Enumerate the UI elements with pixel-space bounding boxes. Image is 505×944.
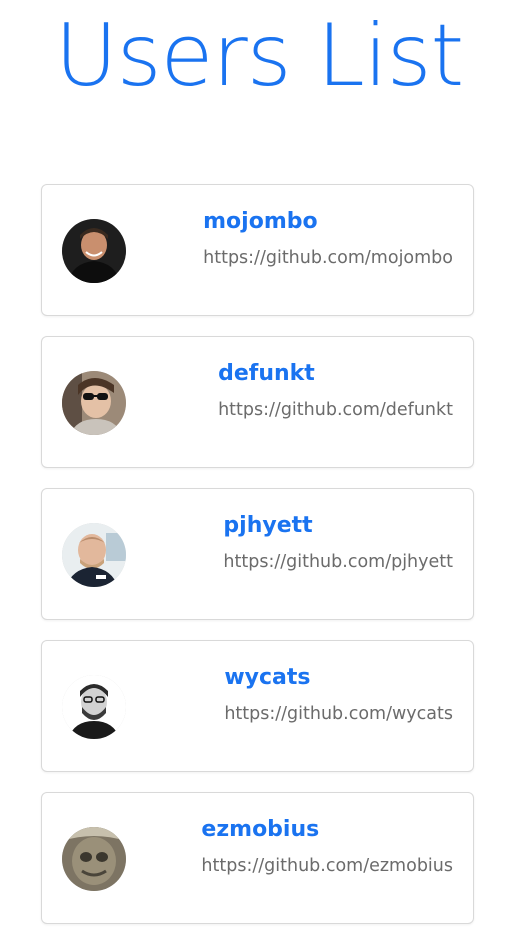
user-avatar[interactable]: [62, 523, 126, 587]
user-profile-url[interactable]: https://github.com/ezmobius: [201, 852, 453, 880]
user-card[interactable]: mojombo https://github.com/mojombo: [41, 184, 474, 316]
user-info: pjhyett https://github.com/pjhyett: [223, 510, 453, 576]
user-profile-url[interactable]: https://github.com/mojombo: [203, 244, 453, 272]
user-list: mojombo https://github.com/mojombo defun…: [41, 184, 474, 944]
user-info: defunkt https://github.com/defunkt: [218, 358, 453, 424]
user-info: mojombo https://github.com/mojombo: [203, 206, 453, 272]
user-profile-url[interactable]: https://github.com/wycats: [224, 700, 453, 728]
user-card[interactable]: ezmobius https://github.com/ezmobius: [41, 792, 474, 924]
user-avatar[interactable]: [62, 675, 126, 739]
user-card[interactable]: defunkt https://github.com/defunkt: [41, 336, 474, 468]
user-login-link[interactable]: ezmobius: [201, 814, 453, 846]
user-info: ezmobius https://github.com/ezmobius: [201, 814, 453, 880]
user-profile-url[interactable]: https://github.com/defunkt: [218, 396, 453, 424]
user-avatar[interactable]: [62, 827, 126, 891]
user-profile-url[interactable]: https://github.com/pjhyett: [223, 548, 453, 576]
user-card[interactable]: pjhyett https://github.com/pjhyett: [41, 488, 474, 620]
user-login-link[interactable]: wycats: [224, 662, 453, 694]
user-card[interactable]: wycats https://github.com/wycats: [41, 640, 474, 772]
user-info: wycats https://github.com/wycats: [224, 662, 453, 728]
user-login-link[interactable]: defunkt: [218, 358, 453, 390]
user-avatar[interactable]: [62, 219, 126, 283]
page-title: Users List: [54, 6, 465, 106]
user-login-link[interactable]: mojombo: [203, 206, 453, 238]
user-login-link[interactable]: pjhyett: [223, 510, 453, 542]
user-avatar[interactable]: [62, 371, 126, 435]
